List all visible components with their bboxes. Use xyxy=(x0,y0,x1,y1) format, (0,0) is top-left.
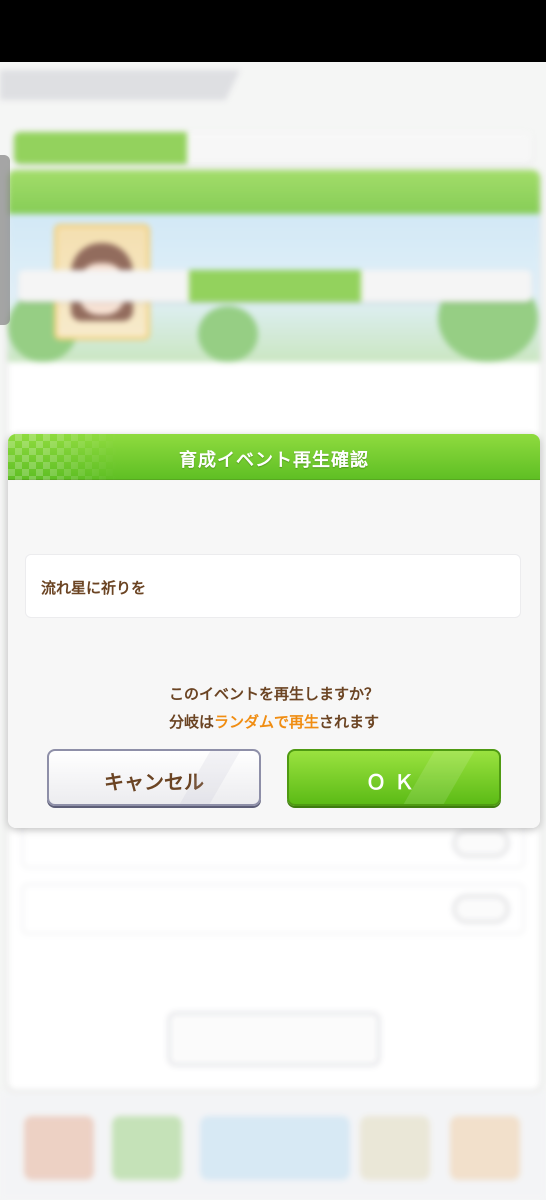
note-suffix: されます xyxy=(319,713,380,731)
dialog-body: 流れ星に祈りを このイベントを再生しますか？ 分岐はランダムで再生されます キャ… xyxy=(8,481,540,828)
cancel-button[interactable]: キャンセル xyxy=(47,749,261,806)
event-name-box: 流れ星に祈りを xyxy=(25,554,521,618)
event-replay-dialog: 育成イベント再生確認 流れ星に祈りを このイベントを再生しますか？ 分岐はランダ… xyxy=(8,434,540,828)
event-name: 流れ星に祈りを xyxy=(41,579,147,597)
dialog-title: 育成イベント再生確認 xyxy=(179,450,369,471)
side-drawer-handle[interactable] xyxy=(0,155,10,325)
note-prefix: 分岐は xyxy=(168,713,214,731)
branch-note: 分岐はランダムで再生されます xyxy=(8,711,540,732)
dialog-header: 育成イベント再生確認 xyxy=(8,434,540,480)
note-highlight: ランダムで再生 xyxy=(213,713,319,731)
ok-button[interactable]: ＯＫ xyxy=(287,749,501,806)
status-bar xyxy=(0,0,546,62)
confirm-question: このイベントを再生しますか？ xyxy=(168,685,379,703)
